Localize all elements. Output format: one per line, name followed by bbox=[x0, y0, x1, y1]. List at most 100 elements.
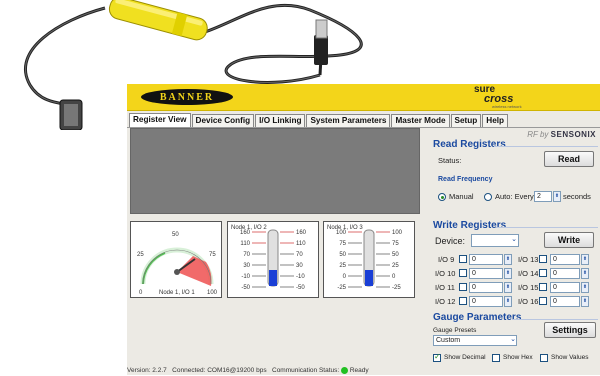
io-checkbox[interactable] bbox=[539, 283, 547, 291]
tab-register-view[interactable]: Register View bbox=[129, 113, 191, 127]
therm2-tick: 50 bbox=[339, 252, 346, 258]
divider bbox=[494, 146, 598, 147]
therm2-tick: 0 bbox=[343, 274, 347, 280]
io-value-input[interactable]: 0 bbox=[550, 296, 580, 307]
surecross-logo-tag: wireless network bbox=[492, 104, 522, 109]
io-spinner[interactable]: ⬍ bbox=[504, 296, 512, 307]
io-checkbox[interactable] bbox=[539, 255, 547, 263]
io-spinner[interactable]: ⬍ bbox=[504, 282, 512, 293]
therm2-tick: 25 bbox=[392, 263, 399, 269]
tab-device-config[interactable]: Device Config bbox=[191, 114, 255, 127]
therm2-tick: 100 bbox=[392, 230, 403, 236]
io-checkbox[interactable] bbox=[459, 269, 467, 277]
tab-bar: Register View Device Config I/O Linking … bbox=[129, 113, 509, 127]
dial-tick-75: 75 bbox=[209, 252, 216, 258]
io-label: I/O 11 bbox=[435, 283, 455, 292]
show-hex-checkbox[interactable] bbox=[492, 354, 500, 362]
show-decimal-checkbox[interactable] bbox=[433, 352, 441, 362]
therm2-fill bbox=[365, 270, 373, 286]
comm-status-label: Communication Status: bbox=[272, 367, 340, 375]
tab-master-mode[interactable]: Master Mode bbox=[391, 114, 450, 127]
therm1-tick: 160 bbox=[240, 230, 251, 236]
device-label: Device: bbox=[435, 236, 466, 246]
chevron-down-icon[interactable]: ⌄ bbox=[510, 235, 518, 246]
therm1-tick: 160 bbox=[296, 230, 307, 236]
gauge-presets-select[interactable]: Custom bbox=[433, 335, 517, 346]
io-label: I/O 12 bbox=[435, 297, 456, 306]
connection-text: Connected: COM16@19200 bps bbox=[172, 367, 267, 375]
seconds-spinner[interactable]: ⬍ bbox=[553, 191, 561, 202]
seconds-input[interactable]: 2 bbox=[534, 191, 552, 202]
io-spinner[interactable]: ⬍ bbox=[581, 268, 589, 279]
read-registers-title: Read Registers bbox=[433, 139, 506, 150]
divider bbox=[512, 319, 598, 320]
dial-tick-50: 50 bbox=[172, 232, 179, 238]
therm1-tick: -50 bbox=[296, 285, 305, 291]
auto-label: Auto: Every bbox=[495, 192, 534, 201]
tab-help[interactable]: Help bbox=[482, 114, 509, 127]
chevron-down-icon[interactable]: ⌄ bbox=[509, 336, 517, 345]
dial-tick-0: 0 bbox=[139, 290, 143, 296]
write-registers-title: Write Registers bbox=[433, 220, 507, 231]
app-header: BANNER sure cross wireless network bbox=[127, 84, 600, 111]
settings-button[interactable]: Settings bbox=[544, 322, 596, 338]
io-checkbox[interactable] bbox=[459, 297, 467, 305]
usb-plug bbox=[314, 19, 328, 65]
io-label: I/O 16 bbox=[518, 297, 539, 306]
therm1-tick: -10 bbox=[241, 274, 250, 280]
therm1-tick: 110 bbox=[296, 241, 306, 247]
manual-radio[interactable] bbox=[438, 193, 446, 201]
io-checkbox[interactable] bbox=[459, 283, 467, 291]
surecross-logo: sure cross wireless network bbox=[470, 84, 526, 110]
therm2-tick: 25 bbox=[339, 263, 346, 269]
io-value-input[interactable]: 0 bbox=[469, 282, 503, 293]
io-value-input[interactable]: 0 bbox=[469, 296, 503, 307]
manual-label: Manual bbox=[449, 192, 474, 201]
io-value-input[interactable]: 0 bbox=[550, 254, 580, 265]
io-spinner[interactable]: ⬍ bbox=[504, 254, 512, 265]
status-label: Status: bbox=[438, 156, 462, 165]
auto-radio[interactable] bbox=[484, 193, 492, 201]
io-value-input[interactable]: 0 bbox=[550, 282, 580, 293]
seconds-label: seconds bbox=[563, 192, 591, 201]
gauge-presets-label: Gauge Presets bbox=[433, 327, 477, 334]
io-checkbox[interactable] bbox=[539, 297, 547, 305]
gauge-parameters-title: Gauge Parameters bbox=[433, 312, 522, 323]
ready-text: Ready bbox=[349, 367, 369, 375]
sensonix-logo: RF by SENSONIX bbox=[527, 130, 596, 139]
tab-system-parameters[interactable]: System Parameters bbox=[306, 114, 391, 127]
dial-tick-25: 25 bbox=[137, 252, 144, 258]
therm1-tick: 30 bbox=[243, 263, 250, 269]
io-label: I/O 15 bbox=[518, 283, 539, 292]
therm1-tick: -10 bbox=[296, 274, 305, 280]
therm2-tick: 75 bbox=[392, 241, 399, 247]
io-label: I/O 10 bbox=[435, 269, 456, 278]
io-value-input[interactable]: 0 bbox=[469, 268, 503, 279]
sensor-body bbox=[108, 0, 208, 41]
write-button[interactable]: Write bbox=[544, 232, 594, 248]
tab-io-linking[interactable]: I/O Linking bbox=[255, 114, 306, 127]
therm1-fill bbox=[269, 270, 277, 286]
io-spinner[interactable]: ⬍ bbox=[581, 296, 589, 307]
therm1-tick: 70 bbox=[243, 252, 250, 258]
therm2-tick: 75 bbox=[339, 241, 346, 247]
rfby-brand: SENSONIX bbox=[550, 130, 596, 139]
therm1-tick: 70 bbox=[296, 252, 303, 258]
therm2-tick: 100 bbox=[336, 230, 347, 236]
show-decimal-label: Show Decimal bbox=[444, 354, 486, 361]
io-spinner[interactable]: ⬍ bbox=[581, 254, 589, 265]
therm2-tick: 0 bbox=[392, 274, 396, 280]
read-button[interactable]: Read bbox=[544, 151, 594, 167]
io-checkbox[interactable] bbox=[539, 269, 547, 277]
io-value-input[interactable]: 0 bbox=[550, 268, 580, 279]
io-spinner[interactable]: ⬍ bbox=[504, 268, 512, 279]
dial-tick-100: 100 bbox=[207, 290, 218, 296]
tab-setup[interactable]: Setup bbox=[450, 114, 482, 127]
show-values-checkbox[interactable] bbox=[540, 354, 548, 362]
io-value-input[interactable]: 0 bbox=[469, 254, 503, 265]
io-checkbox[interactable] bbox=[459, 255, 467, 263]
io-spinner[interactable]: ⬍ bbox=[581, 282, 589, 293]
thermometer-gauge-2: Node 1, I/O 3 100 75 50 25 0 -25 100 75 … bbox=[323, 221, 415, 298]
register-display-area bbox=[130, 128, 420, 214]
control-panel: RF by SENSONIX Read Registers Status: Re… bbox=[426, 128, 600, 375]
